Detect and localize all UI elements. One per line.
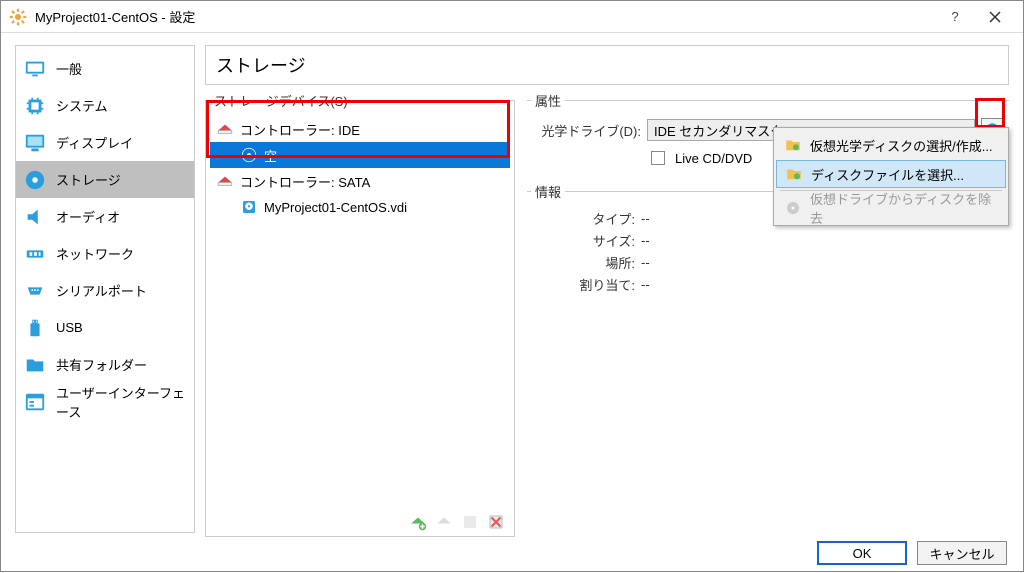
info-type-value: -- xyxy=(641,211,650,226)
tree-ide-empty[interactable]: 空 xyxy=(210,142,510,168)
sidebar-item-ui[interactable]: ユーザーインターフェース xyxy=(16,383,194,420)
ide-controller-icon xyxy=(216,120,234,138)
info-location-label: 場所: xyxy=(531,253,641,272)
storage-devices-panel: ストレージデバイス(S) コントローラー: IDE 空 コントローラー: xyxy=(205,91,515,537)
titlebar: MyProject01-CentOS - 設定 ? xyxy=(1,1,1023,33)
remove-attachment-button[interactable] xyxy=(486,512,506,532)
info-allocation-label: 割り当て: xyxy=(531,275,641,294)
live-cd-label: Live CD/DVD xyxy=(675,151,752,166)
info-legend: 情報 xyxy=(531,182,565,201)
sidebar-item-display[interactable]: ディスプレイ xyxy=(16,124,194,161)
ui-icon xyxy=(24,391,46,413)
folder-file-icon xyxy=(785,165,803,183)
sidebar-item-label: 共有フォルダー xyxy=(56,355,147,374)
sidebar-item-label: ストレージ xyxy=(56,170,121,189)
info-type-label: タイプ: xyxy=(531,209,641,228)
dialog-footer: OK キャンセル xyxy=(1,533,1023,573)
window-title: MyProject01-CentOS - 設定 xyxy=(35,7,195,26)
folder-disk-icon xyxy=(784,136,802,154)
menu-choose-create-disk[interactable]: 仮想光学ディスクの選択/作成... xyxy=(776,130,1006,160)
storage-tree-toolbar xyxy=(210,508,510,532)
sidebar-item-storage[interactable]: ストレージ xyxy=(16,161,194,198)
usb-icon xyxy=(24,317,46,339)
live-cd-checkbox[interactable] xyxy=(651,151,665,165)
add-controller-button[interactable] xyxy=(408,512,428,532)
hdd-icon xyxy=(240,198,258,216)
optical-drive-label: 光学ドライブ(D): xyxy=(531,121,641,140)
menu-label: ディスクファイルを選択... xyxy=(811,165,964,184)
close-button[interactable] xyxy=(975,1,1015,33)
network-icon xyxy=(24,243,46,265)
sata-controller-icon xyxy=(216,172,234,190)
menu-label: 仮想ドライブからディスクを除去 xyxy=(810,189,998,227)
tree-label: コントローラー: IDE xyxy=(240,120,360,139)
sidebar-item-label: 一般 xyxy=(56,59,82,78)
right-panel: ストレージ ストレージデバイス(S) コントローラー: IDE 空 xyxy=(205,45,1009,533)
tree-controller-ide[interactable]: コントローラー: IDE xyxy=(210,116,510,142)
sidebar-item-general[interactable]: 一般 xyxy=(16,50,194,87)
sidebar-item-label: ネットワーク xyxy=(56,244,134,263)
sidebar-item-label: ユーザーインターフェース xyxy=(56,383,186,421)
sidebar-item-usb[interactable]: USB xyxy=(16,309,194,346)
ok-button[interactable]: OK xyxy=(817,541,907,565)
tree-controller-sata[interactable]: コントローラー: SATA xyxy=(210,168,510,194)
serial-icon xyxy=(24,280,46,302)
remove-controller-button[interactable] xyxy=(434,512,454,532)
sidebar-item-audio[interactable]: オーディオ xyxy=(16,198,194,235)
chip-icon xyxy=(24,95,46,117)
speaker-icon xyxy=(24,206,46,228)
menu-choose-disk-file[interactable]: ディスクファイルを選択... xyxy=(776,160,1006,188)
tree-label: 空 xyxy=(264,146,277,165)
page-title: ストレージ xyxy=(205,45,1009,85)
attributes-legend: 属性 xyxy=(531,91,565,110)
sidebar-item-label: シリアルポート xyxy=(56,281,147,300)
sidebar-item-shared[interactable]: 共有フォルダー xyxy=(16,346,194,383)
tree-label: コントローラー: SATA xyxy=(240,172,370,191)
monitor-icon xyxy=(24,58,46,80)
menu-remove-disk: 仮想ドライブからディスクを除去 xyxy=(776,193,1006,223)
settings-gear-icon xyxy=(9,8,27,26)
cancel-button[interactable]: キャンセル xyxy=(917,541,1007,565)
sidebar-item-serial[interactable]: シリアルポート xyxy=(16,272,194,309)
disc-context-menu: 仮想光学ディスクの選択/作成... ディスクファイルを選択... 仮想ドライブか… xyxy=(773,127,1009,226)
storage-tree: コントローラー: IDE 空 コントローラー: SATA MyProj xyxy=(210,116,510,508)
tree-label: MyProject01-CentOS.vdi xyxy=(264,200,407,215)
storage-icon xyxy=(24,169,46,191)
folder-icon xyxy=(24,354,46,376)
tree-sata-disk[interactable]: MyProject01-CentOS.vdi xyxy=(210,194,510,220)
attributes-panel: 属性 光学ドライブ(D): IDE セカンダリマスター ▾ Live xyxy=(527,91,1009,537)
sidebar-item-label: USB xyxy=(56,320,83,335)
sidebar-item-label: ディスプレイ xyxy=(56,133,133,152)
sidebar-item-network[interactable]: ネットワーク xyxy=(16,235,194,272)
category-sidebar: 一般 システム ディスプレイ ストレージ オーディオ ネットワーク シリアルポー… xyxy=(15,45,195,533)
storage-devices-fieldset: ストレージデバイス(S) コントローラー: IDE 空 コントローラー: xyxy=(205,91,515,537)
help-button[interactable]: ? xyxy=(935,1,975,33)
add-attachment-button[interactable] xyxy=(460,512,480,532)
storage-devices-legend: ストレージデバイス(S) xyxy=(210,91,352,110)
info-allocation-value: -- xyxy=(641,277,650,292)
menu-label: 仮想光学ディスクの選択/作成... xyxy=(810,136,993,155)
display-icon xyxy=(24,132,46,154)
sidebar-item-system[interactable]: システム xyxy=(16,87,194,124)
info-size-label: サイズ: xyxy=(531,231,641,250)
disc-icon xyxy=(240,146,258,164)
info-location-value: -- xyxy=(641,255,650,270)
info-size-value: -- xyxy=(641,233,650,248)
sidebar-item-label: システム xyxy=(56,96,108,115)
remove-disc-icon xyxy=(784,199,802,217)
sidebar-item-label: オーディオ xyxy=(56,207,120,226)
main-area: 一般 システム ディスプレイ ストレージ オーディオ ネットワーク シリアルポー… xyxy=(1,33,1023,533)
